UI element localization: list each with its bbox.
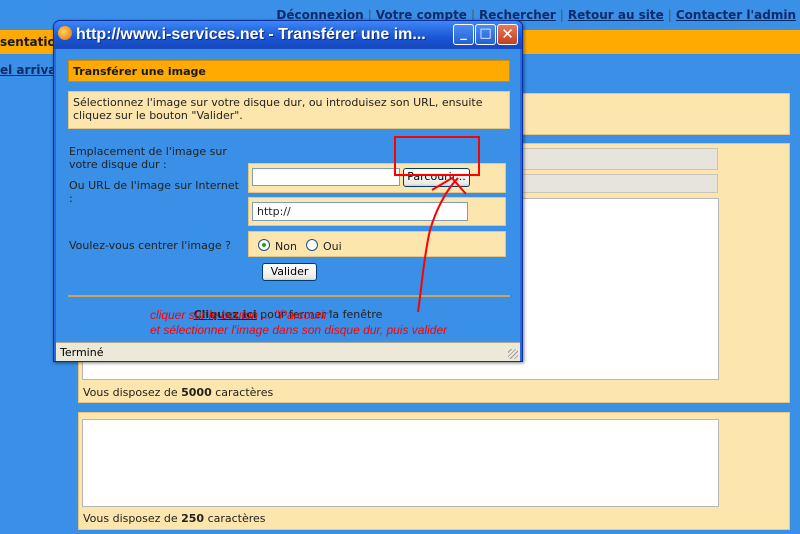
char-counter-message: Vous disposez de 5000 caractères (83, 386, 274, 399)
image-url-input[interactable]: http:// (252, 202, 468, 221)
radio-oui-label: Oui (323, 240, 342, 253)
nav-separator: | (667, 8, 672, 22)
annotation-highlight-box (394, 136, 480, 176)
file-path-input[interactable] (252, 168, 400, 186)
contact-admin-link[interactable]: Contacter l'admin (676, 8, 796, 22)
back-to-site-link[interactable]: Retour au site (568, 8, 664, 22)
firefox-icon (58, 26, 72, 40)
radio-oui[interactable] (306, 239, 318, 251)
divider (68, 295, 510, 297)
center-image-label: Voulez-vous centrer l'image ? (69, 239, 231, 252)
resize-grip[interactable] (508, 349, 518, 359)
signature-textarea[interactable] (82, 419, 719, 507)
file-location-label: Emplacement de l'image sur votre disque … (69, 145, 227, 171)
radio-non-label: Non (275, 240, 297, 253)
upload-header-title: Transférer une image (73, 65, 206, 78)
subject-field[interactable] (500, 148, 718, 170)
validate-button[interactable]: Valider (262, 263, 317, 281)
instructions-text: Sélectionnez l'image sur votre disque du… (68, 91, 510, 129)
close-window-button[interactable]: ✕ (497, 24, 518, 45)
radio-non[interactable] (258, 239, 270, 251)
minimize-button[interactable]: _ (453, 24, 474, 45)
upload-header: Transférer une image (68, 60, 510, 82)
status-bar: Terminé (56, 342, 520, 361)
annotation-line-2: et sélectionner l'image dans son disque … (150, 323, 448, 337)
nav-separator: | (559, 8, 564, 22)
char-count-value: 5000 (181, 386, 212, 399)
char-counter-signature: Vous disposez de 250 caractères (83, 512, 266, 525)
url-label: Ou URL de l'image sur Internet : (69, 179, 239, 205)
window-title: http://www.i-services.net - Transférer u… (76, 26, 426, 43)
url-field[interactable] (500, 174, 718, 193)
char-count-value: 250 (181, 512, 205, 525)
status-text: Terminé (60, 346, 104, 359)
annotation-line-1: cliquer sur le bouton ... "Parcourir" (150, 308, 332, 322)
maximize-button[interactable]: □ (475, 24, 496, 45)
window-titlebar[interactable]: http://www.i-services.net - Transférer u… (54, 21, 522, 49)
window-content: Transférer une image Sélectionnez l'imag… (56, 49, 520, 342)
